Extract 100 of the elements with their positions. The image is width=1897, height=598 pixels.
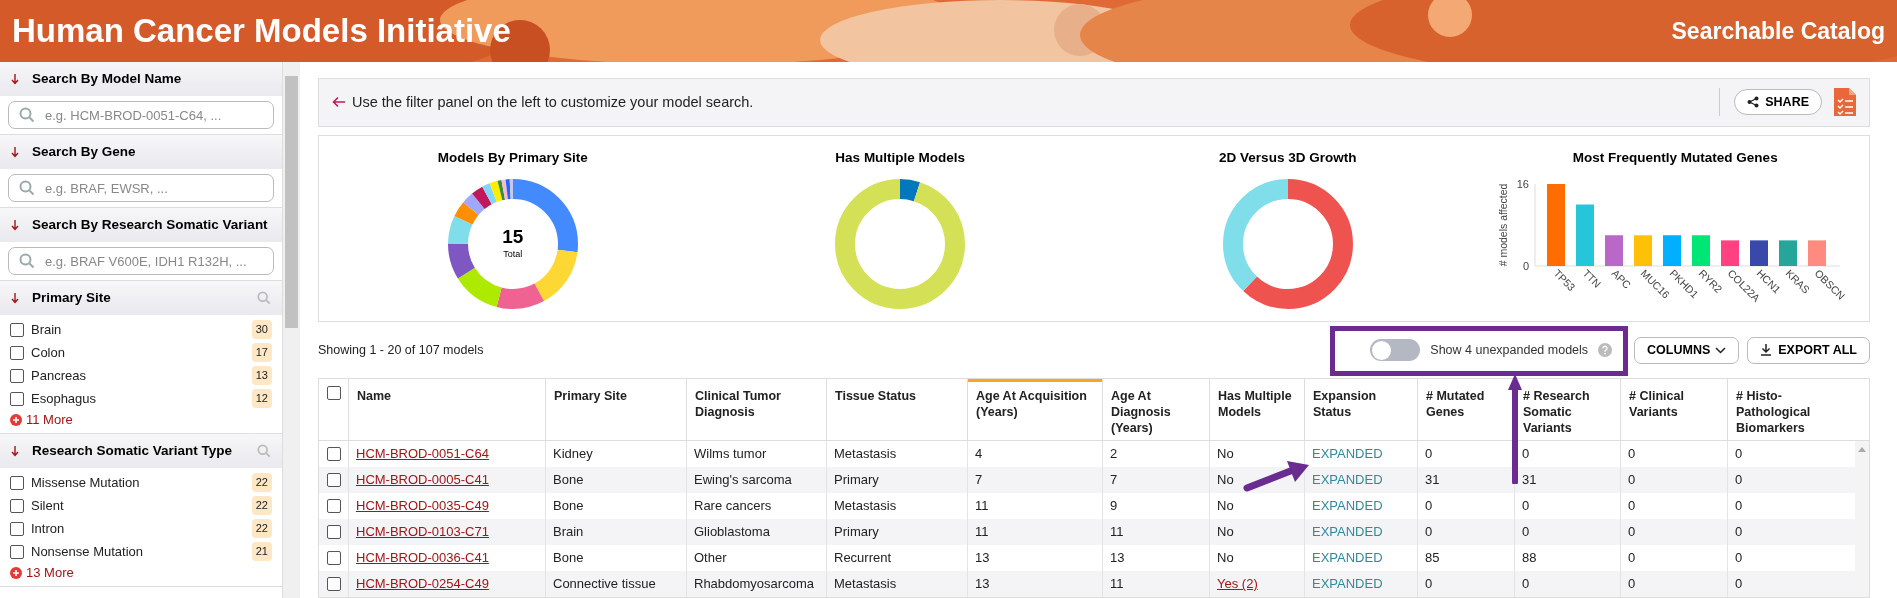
table-cell-text: 0 (1522, 523, 1530, 542)
table-cell-text: 0 (1628, 497, 1636, 516)
section-header[interactable]: Research Somatic Variant Type (0, 434, 282, 468)
axis-label: # models affected (1497, 183, 1510, 267)
facet-label[interactable]: Brain (31, 319, 245, 340)
checklist-document-icon[interactable] (1834, 88, 1856, 117)
facet-label[interactable]: Nonsense Mutation (31, 541, 245, 562)
download-icon (1760, 344, 1773, 357)
toggle-label: Show 4 unexpanded models (1430, 341, 1589, 359)
checkbox[interactable] (10, 498, 24, 513)
section-header[interactable]: Primary Site (0, 281, 282, 315)
arrow-left-icon (332, 96, 346, 109)
checkbox[interactable] (326, 447, 341, 461)
checkbox[interactable] (10, 544, 24, 559)
checkbox[interactable] (10, 368, 24, 383)
arrow-down-icon (11, 445, 19, 457)
table-cell-text: 2 (1110, 445, 1118, 464)
model-link[interactable]: HCM-BROD-0036-C41 (356, 548, 489, 568)
checkbox[interactable] (10, 475, 24, 490)
bar (1605, 235, 1624, 267)
arrow-down-icon (11, 292, 19, 304)
checkbox[interactable] (326, 551, 341, 565)
table-cell-text: 0 (1425, 523, 1433, 542)
share-icon (1747, 96, 1760, 109)
model-link[interactable]: Yes (2) (1217, 574, 1258, 594)
table-cell-text: Glioblastoma (694, 523, 770, 542)
model-link[interactable]: HCM-BROD-0005-C41 (356, 470, 489, 490)
table-cell-text: Recurrent (834, 549, 892, 568)
facet-label[interactable]: Intron (31, 518, 245, 539)
toggle-switch[interactable] (1370, 339, 1421, 362)
more-link[interactable]: 13 More (10, 563, 272, 582)
table-cell-text: 13 (975, 549, 990, 568)
checkbox[interactable] (10, 345, 24, 360)
more-link[interactable]: 11 More (10, 410, 272, 429)
model-link[interactable]: HCM-BROD-0103-C71 (356, 522, 489, 542)
checkbox[interactable] (326, 499, 341, 513)
plus-circle-icon (10, 413, 22, 426)
checkbox[interactable] (326, 473, 341, 487)
table-cell-text: 0 (1628, 445, 1636, 464)
scrollbar[interactable] (1855, 441, 1869, 597)
column-header[interactable]: # Research Somatic Variants (1523, 379, 1612, 436)
table-cell-text: No (1217, 471, 1234, 490)
checkbox[interactable] (10, 322, 24, 337)
column-header[interactable]: Clinical Tumor Diagnosis (695, 379, 818, 420)
search-field[interactable]: e.g. HCM-BROD-0051-C64, ... (8, 101, 274, 129)
count-badge: 12 (251, 389, 272, 408)
more-label[interactable]: 13 More (26, 562, 74, 583)
table-cell-text: Connective tissue (553, 575, 656, 594)
column-header[interactable]: Primary Site (554, 379, 678, 404)
export-button[interactable]: EXPORT ALL (1747, 336, 1870, 364)
column-header[interactable]: Age At Acquisition (Years) (968, 379, 1102, 420)
section-title: Primary Site (32, 288, 112, 307)
search-icon (257, 291, 271, 305)
table-cell-text: 31 (1425, 471, 1440, 490)
table-cell-text: 0 (1735, 445, 1743, 464)
section-header[interactable]: Search By Model Name (0, 62, 282, 96)
column-header[interactable]: # Mutated Genes (1426, 379, 1506, 420)
facet-label[interactable]: Colon (31, 342, 245, 363)
checkbox[interactable] (326, 525, 341, 539)
table-cell-text: 13 (975, 575, 990, 594)
count-badge: 22 (251, 496, 272, 515)
facet-label[interactable]: Esophagus (31, 388, 245, 409)
tick-label: 16 (1517, 178, 1530, 191)
checkbox[interactable] (326, 386, 341, 400)
count-badge: 22 (251, 473, 272, 492)
search-icon (19, 180, 35, 196)
checkbox[interactable] (10, 391, 24, 406)
search-field[interactable]: e.g. BRAF V600E, IDH1 R132H, ... (8, 247, 274, 275)
column-header[interactable]: Age At Diagnosis (Years) (1111, 379, 1201, 436)
scrollbar[interactable] (283, 62, 300, 598)
column-header[interactable]: # Histo-Pathological Biomarkers (1736, 379, 1847, 436)
section-header[interactable]: Search By Gene (0, 135, 282, 169)
column-header[interactable]: # Clinical Variants (1629, 379, 1719, 420)
model-link[interactable]: HCM-BROD-0051-C64 (356, 444, 489, 464)
chart-title: Has Multiple Models (835, 148, 966, 167)
section-header[interactable]: Search By Research Somatic Variant (0, 208, 282, 242)
column-header[interactable]: Has Multiple Models (1218, 379, 1296, 420)
table-cell-text: Bone (553, 549, 584, 568)
checkbox[interactable] (10, 521, 24, 536)
facet-label[interactable]: Missense Mutation (31, 472, 245, 493)
plus-circle-icon (10, 566, 22, 579)
table-cell-text: Bone (553, 471, 584, 490)
table-cell-text: 13 (1110, 549, 1125, 568)
facet-label[interactable]: Pancreas (31, 365, 245, 386)
checkbox[interactable] (326, 577, 341, 591)
more-label[interactable]: 11 More (26, 409, 73, 430)
facet-label[interactable]: Silent (31, 495, 245, 516)
section-title: Search By Model Name (32, 69, 183, 88)
column-header[interactable]: Tissue Status (835, 379, 959, 404)
table-cell-text: Metastasis (834, 497, 897, 516)
count-badge: 30 (251, 320, 272, 339)
status-text: EXPANDED (1312, 549, 1383, 568)
search-field[interactable]: e.g. BRAF, EWSR, ... (8, 174, 274, 202)
model-link[interactable]: HCM-BROD-0035-C49 (356, 496, 489, 516)
columns-button[interactable]: COLUMNS (1634, 336, 1740, 364)
column-header[interactable]: Name (357, 379, 537, 404)
share-button[interactable]: SHARE (1734, 89, 1822, 116)
bar (1576, 204, 1595, 267)
column-header[interactable]: Expansion Status (1313, 379, 1409, 420)
model-link[interactable]: HCM-BROD-0254-C49 (356, 574, 489, 594)
